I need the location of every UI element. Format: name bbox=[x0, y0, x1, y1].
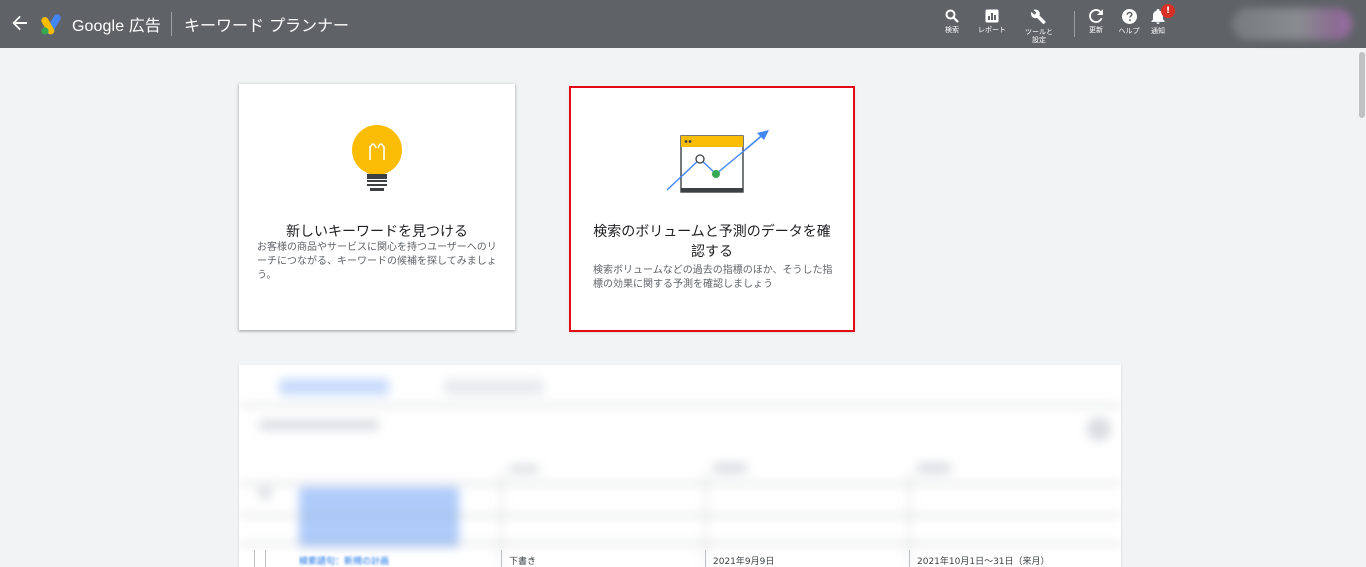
blurred-filter bbox=[259, 420, 379, 430]
tools-settings-button[interactable]: ツールと 設定 bbox=[1014, 0, 1064, 44]
row-divider bbox=[239, 515, 1121, 516]
tools-settings-label: ツールと 設定 bbox=[1025, 28, 1053, 44]
arrow-left-icon bbox=[12, 12, 28, 36]
plan-forecast-period: 2021年10月1日～31日（来月） bbox=[917, 557, 1050, 567]
blurred-header bbox=[917, 463, 951, 473]
brand-name: Google 広告 bbox=[72, 18, 161, 35]
refresh-button[interactable]: 更新 bbox=[1085, 0, 1107, 34]
top-app-bar: Google 広告 キーワード プランナー 検索 レポート ツールと 設定 更新… bbox=[0, 0, 1366, 48]
forecast-chart-icon bbox=[663, 128, 773, 198]
blurred-checkbox[interactable] bbox=[259, 487, 271, 499]
blurred-header bbox=[509, 465, 539, 473]
reports-tool-label: レポート bbox=[978, 26, 1006, 34]
report-icon bbox=[985, 9, 999, 23]
saved-plans-table: 検索語句：新規の計画 下書き 2021年9月9日 2021年10月1日～31日（… bbox=[239, 365, 1121, 567]
blurred-tab[interactable] bbox=[279, 379, 389, 395]
blurred-content bbox=[239, 365, 1121, 567]
blurred-tab[interactable] bbox=[444, 379, 544, 395]
header-divider bbox=[170, 12, 172, 36]
reports-tool-button[interactable]: レポート bbox=[970, 0, 1014, 34]
help-icon bbox=[1121, 9, 1137, 24]
search-icon bbox=[945, 9, 959, 23]
card-title: 検索のボリュームと予測のデータを確認する bbox=[593, 224, 831, 260]
help-button[interactable]: ヘルプ bbox=[1111, 0, 1147, 35]
toolbar-divider bbox=[1074, 11, 1075, 37]
refresh-label: 更新 bbox=[1089, 26, 1103, 34]
plan-name-link[interactable]: 検索語句：新規の計画 bbox=[299, 554, 389, 567]
row-divider bbox=[239, 543, 1121, 544]
blurred-plan-links[interactable] bbox=[299, 487, 459, 547]
plan-status: 下書き bbox=[509, 557, 537, 567]
google-ads-logo-icon[interactable] bbox=[40, 13, 66, 35]
blurred-header bbox=[713, 463, 747, 473]
wrench-icon bbox=[1031, 9, 1047, 25]
scrollbar-thumb[interactable] bbox=[1359, 52, 1365, 118]
help-label: ヘルプ bbox=[1118, 27, 1140, 35]
column-divider bbox=[705, 550, 706, 567]
card-description: 検索ボリュームなどの過去の指標のほか、そうした指標の効果に関する予測を確認しまし… bbox=[593, 265, 833, 290]
discover-keywords-card[interactable]: 新しいキーワードを見つける お客様の商品やサービスに関心を持つユーザーへのリーチ… bbox=[239, 84, 515, 330]
page-scrollbar[interactable] bbox=[1357, 48, 1366, 567]
table-row: 検索語句：新規の計画 下書き 2021年9月9日 2021年10月1日～31日（… bbox=[239, 550, 1121, 567]
notifications-label: 通知 bbox=[1151, 27, 1165, 35]
plan-modified-date: 2021年9月9日 bbox=[713, 557, 775, 567]
card-title: 新しいキーワードを見つける bbox=[286, 224, 468, 240]
account-switcher[interactable] bbox=[1232, 8, 1352, 40]
search-volume-forecast-card[interactable]: 検索のボリュームと予測のデータを確認する 検索ボリュームなどの過去の指標のほか、… bbox=[571, 88, 853, 330]
tab-underline bbox=[239, 405, 1121, 406]
column-divider bbox=[501, 550, 502, 567]
back-button[interactable] bbox=[0, 0, 40, 48]
column-divider bbox=[909, 550, 910, 567]
notification-badge: ! bbox=[1161, 4, 1175, 18]
page-title: キーワード プランナー bbox=[183, 16, 350, 35]
lightbulb-icon bbox=[349, 124, 405, 200]
row-edge bbox=[254, 550, 255, 567]
refresh-icon bbox=[1089, 9, 1103, 23]
notifications-button[interactable]: 通知 ! bbox=[1147, 0, 1175, 35]
header-divider bbox=[239, 483, 1121, 484]
blurred-icon bbox=[1087, 417, 1111, 441]
search-tool-label: 検索 bbox=[945, 26, 959, 34]
header-toolbar: 検索 レポート ツールと 設定 更新 ヘルプ 通知 ! bbox=[934, 0, 1175, 48]
card-description: お客様の商品やサービスに関心を持つユーザーへのリーチにつながる、キーワードの候補… bbox=[257, 242, 497, 281]
search-tool-button[interactable]: 検索 bbox=[934, 0, 970, 34]
row-edge bbox=[265, 550, 266, 567]
